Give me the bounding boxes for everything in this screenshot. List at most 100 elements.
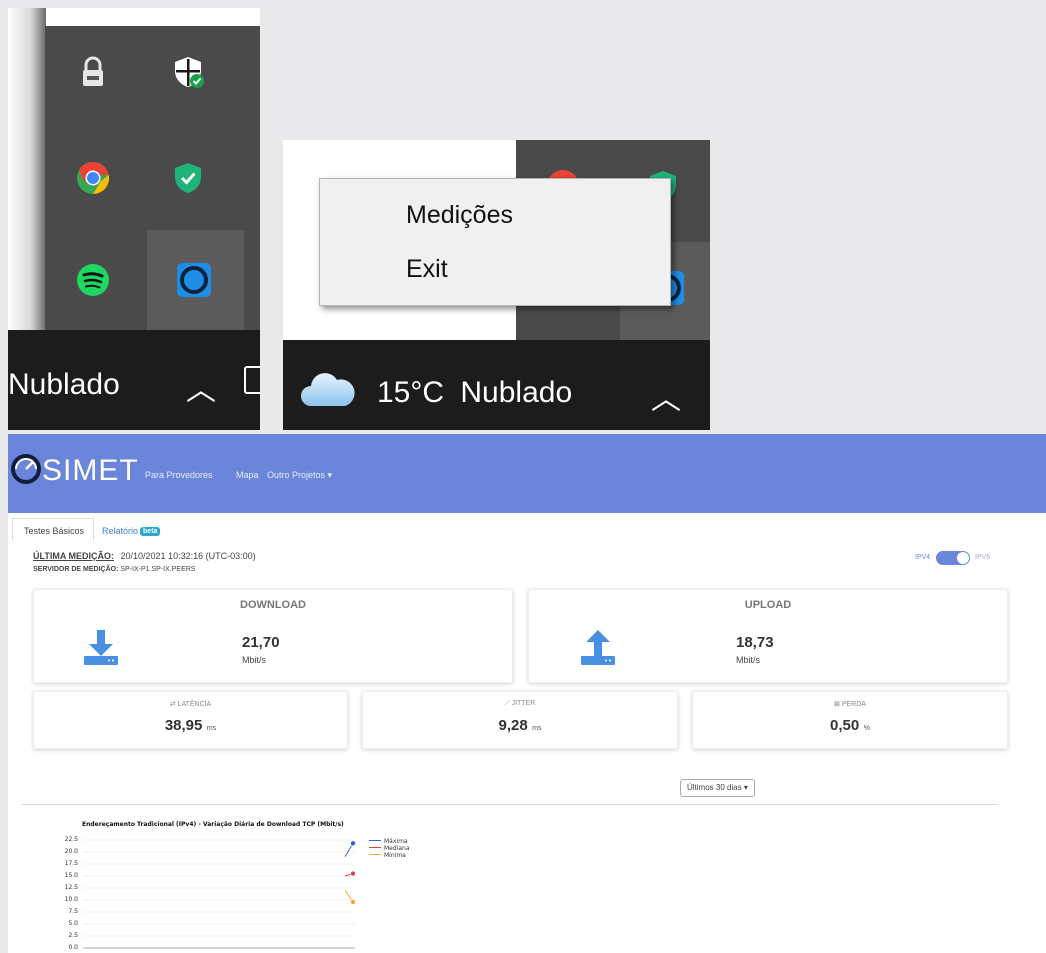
panel-shadow (8, 8, 46, 330)
legend-label: Mínima (384, 852, 406, 859)
latency-value: 38,95 (164, 717, 203, 734)
simet-logo-text[interactable]: SIMET (42, 454, 139, 488)
weather-condition-text[interactable]: Nublado (8, 368, 120, 402)
upload-title: UPLOAD (744, 599, 792, 611)
latency-card: ⇄ LATÊNCIA 38,95 ms (33, 691, 348, 749)
chart-title: Endereçamento Tradicional (IPv4) - Varia… (82, 821, 344, 828)
top-navbar: SIMET Para Provedores Mapa Outro Projeto… (8, 434, 1046, 513)
latency-title: ⇄ LATÊNCIA (34, 700, 347, 708)
nav-para-provedores[interactable]: Para Provedores (145, 470, 213, 480)
nav-outro-projetos[interactable]: Outro Projetos ▾ (267, 470, 332, 481)
chart-point[interactable] (349, 870, 356, 877)
last-measure-value: 20/10/2021 10:32:16 (UTC-03:00) (120, 551, 256, 561)
swap-arrows-icon: ⇄ (169, 701, 176, 708)
jitter-unit: ms (532, 725, 542, 732)
ipv4-label: IPV4 (915, 554, 931, 561)
tray-context-menu-panel: Medições Exit 15°C Nublado ︿ (283, 140, 710, 430)
latency-unit: ms (206, 725, 217, 732)
loss-title: ⊠ PERDA (693, 700, 1007, 708)
tab-relatorio-label: Relatório (102, 526, 139, 536)
nav-mapa[interactable]: Mapa (236, 470, 259, 480)
taskview-icon[interactable] (244, 366, 260, 394)
chart-point[interactable] (349, 898, 356, 905)
chart-y-tick-label: 12.5 (64, 884, 78, 891)
chart-y-tick-label: 10.0 (64, 896, 78, 903)
last-measure-label: ÚLTIMA MEDIÇÃO: (33, 551, 114, 561)
caret-down-icon: ▾ (743, 783, 748, 792)
upload-card: UPLOAD 18,73 Mbit/s (528, 589, 1008, 683)
chart-y-tick-label: 0.0 (68, 944, 78, 951)
period-select[interactable]: Últimos 30 dias ▾ (680, 779, 755, 797)
antivirus-shield-icon[interactable] (170, 160, 206, 196)
loss-card: ⊠ PERDA 0,50 % (692, 691, 1008, 749)
ipv6-label: IPV6 (975, 554, 991, 561)
chart-y-tick-label: 2.5 (68, 932, 78, 939)
trend-chart-icon: ⟋ (504, 700, 510, 707)
legend-swatch (369, 847, 381, 848)
caret-down-icon: ▾ (327, 470, 333, 480)
menu-item-medicoes[interactable]: Medições (406, 201, 513, 230)
legend-swatch (369, 854, 381, 855)
download-title: DOWNLOAD (240, 599, 306, 611)
beta-badge: beta (140, 527, 161, 536)
simet-web-page: SIMET Para Provedores Mapa Outro Projeto… (8, 434, 1046, 953)
jitter-title-text: JITTER (511, 700, 536, 707)
menu-item-exit[interactable]: Exit (406, 255, 448, 284)
chart-legend-item: Máxima (369, 838, 408, 845)
jitter-card: ⟋ JITTER 9,28 ms (362, 691, 678, 749)
chart-y-tick-label: 17.5 (64, 860, 78, 867)
chrome-icon[interactable] (75, 160, 111, 196)
period-select-label: Últimos 30 dias (687, 783, 742, 792)
server-line: SERVIDOR DE MEDIÇÃO: SP-IX-P1.SP-IX.PEER… (33, 566, 195, 573)
toggle-knob (957, 552, 969, 564)
upload-icon (581, 630, 615, 665)
weather-condition-text: Nublado (460, 376, 573, 409)
loss-title-text: PERDA (841, 701, 866, 708)
nav-outro-projetos-label: Outro Projetos (267, 470, 326, 480)
chart-legend-item: Mediana (369, 845, 410, 852)
chart-point[interactable] (349, 840, 356, 847)
jitter-value: 9,28 (498, 717, 528, 734)
jitter-value-row: 9,28 ms (363, 717, 677, 735)
loss-value-row: 0,50 % (693, 717, 1007, 735)
show-hidden-icons-chevron-icon[interactable]: ︿ (186, 365, 216, 409)
download-card: DOWNLOAD 21,70 Mbit/s (33, 589, 513, 683)
simet-tray-icon[interactable] (176, 262, 212, 298)
server-label: SERVIDOR DE MEDIÇÃO: (33, 566, 119, 573)
simet-logo-gauge-icon[interactable] (10, 452, 42, 486)
close-box-icon: ⊠ (834, 701, 840, 708)
context-menu: Medições Exit (319, 178, 671, 306)
network-lock-icon[interactable] (75, 54, 111, 90)
loss-value: 0,50 (830, 717, 860, 734)
windows-security-icon[interactable] (170, 54, 206, 90)
download-value: 21,70 (242, 634, 280, 651)
spotify-icon[interactable] (75, 262, 111, 298)
chart-y-tick-label: 5.0 (68, 920, 78, 927)
jitter-title: ⟋ JITTER (363, 700, 677, 708)
chart-y-tick-label: 20.0 (64, 848, 78, 855)
section-divider (22, 804, 998, 805)
latency-title-text: LATÊNCIA (177, 701, 212, 708)
chart-legend-item: Mínima (369, 852, 406, 859)
legend-label: Máxima (384, 838, 408, 845)
tab-testes-basicos[interactable]: Testes Básicos (24, 526, 84, 536)
legend-swatch (369, 840, 381, 841)
chart-y-tick-label: 15.0 (64, 872, 78, 879)
download-unit: Mbit/s (242, 655, 267, 665)
latency-value-row: 38,95 ms (34, 717, 347, 735)
tab-relatorio[interactable]: Relatório beta (102, 526, 161, 536)
chart-y-tick-label: 22.5 (64, 836, 78, 843)
loss-unit: % (863, 725, 870, 732)
download-variation-chart (83, 839, 356, 949)
download-icon (84, 630, 118, 665)
upload-value: 18,73 (736, 634, 774, 651)
server-value: SP-IX-P1.SP-IX.PEERS (120, 566, 196, 573)
weather-text[interactable]: 15°C Nublado (377, 376, 572, 410)
legend-label: Mediana (384, 845, 410, 852)
chart-y-tick-label: 7.5 (68, 908, 78, 915)
cloud-weather-icon[interactable] (299, 366, 357, 412)
ip-version-toggle[interactable] (936, 551, 970, 565)
show-hidden-icons-chevron-icon[interactable]: ︿ (651, 374, 681, 418)
temperature-text: 15°C (377, 376, 445, 409)
upload-unit: Mbit/s (736, 655, 761, 665)
